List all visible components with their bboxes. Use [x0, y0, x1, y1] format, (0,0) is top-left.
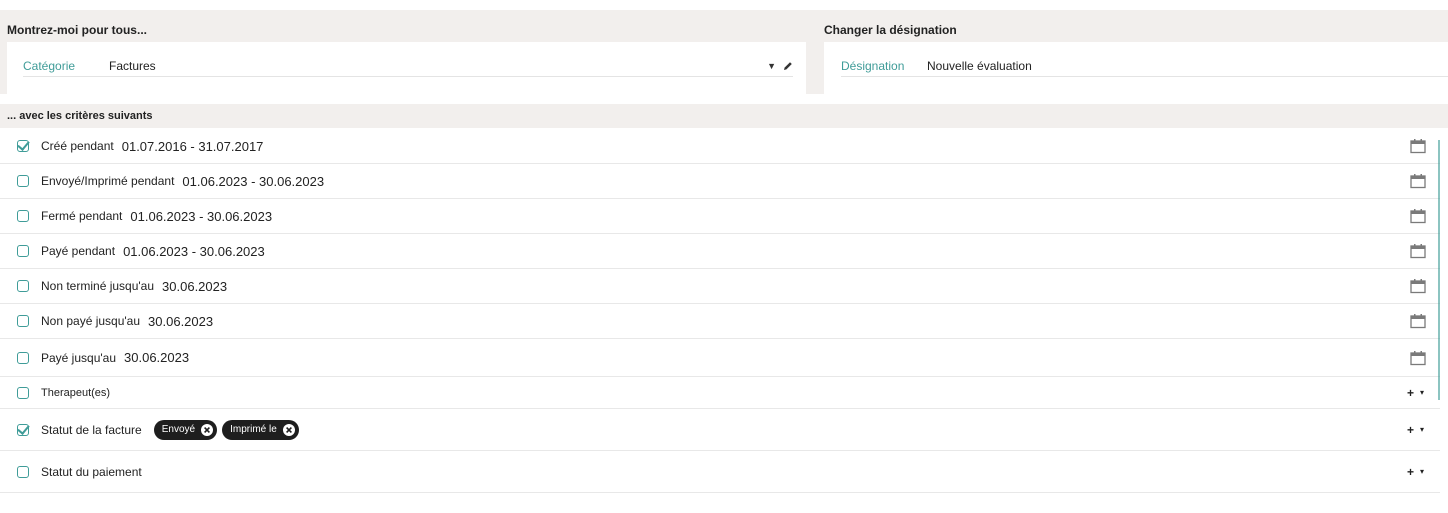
change-designation-title: Changer la désignation — [824, 23, 957, 37]
paid-during-range[interactable]: 01.06.2023 - 30.06.2023 — [123, 244, 265, 259]
criteria-row-not-finished[interactable]: Non terminé jusqu'au 30.06.2023 — [0, 269, 1440, 304]
criteria-row-payment-status[interactable]: Statut du paiement + ▾ — [0, 451, 1440, 493]
paid-during-checkbox[interactable] — [17, 245, 29, 257]
status-tag-sent: Envoyé — [153, 419, 218, 440]
criteria-row-paid-until[interactable]: Payé jusqu'au 30.06.2023 — [0, 339, 1440, 377]
criteria-row-therapists[interactable]: Therapeut(es) + ▾ — [0, 377, 1440, 409]
closed-checkbox[interactable] — [17, 210, 29, 222]
calendar-icon[interactable] — [1410, 350, 1426, 365]
show-for-all-title: Montrez-moi pour tous... — [7, 23, 147, 37]
chevron-down-icon[interactable]: ▾ — [1420, 388, 1424, 397]
calendar-icon[interactable] — [1410, 174, 1426, 189]
criteria-row-paid-during[interactable]: Payé pendant 01.06.2023 - 30.06.2023 — [0, 234, 1440, 269]
chevron-down-icon[interactable]: ▾ — [1420, 467, 1424, 476]
calendar-icon[interactable] — [1410, 209, 1426, 224]
created-label: Créé pendant — [41, 139, 114, 153]
not-paid-checkbox[interactable] — [17, 315, 29, 327]
top-strip — [0, 0, 1448, 10]
show-for-all-body: Catégorie Factures ▼ — [7, 42, 806, 95]
close-circle-icon[interactable] — [201, 423, 214, 436]
sent-printed-label: Envoyé/Imprimé pendant — [41, 174, 175, 188]
category-field[interactable]: Catégorie Factures ▼ — [23, 55, 793, 77]
criteria-row-invoice-status[interactable]: Statut de la facture Envoyé Imprimé le +… — [0, 409, 1440, 451]
status-tag-printed: Imprimé le — [222, 419, 299, 440]
designation-input[interactable]: Nouvelle évaluation — [927, 59, 1448, 73]
criteria-row-closed[interactable]: Fermé pendant 01.06.2023 - 30.06.2023 — [0, 199, 1440, 234]
show-for-all-panel: Montrez-moi pour tous... Catégorie Factu… — [0, 10, 816, 95]
category-select[interactable]: Factures — [109, 59, 767, 73]
change-designation-panel: Changer la désignation Désignation Nouve… — [816, 10, 1448, 95]
chevron-down-icon[interactable]: ▾ — [1420, 425, 1424, 434]
status-tag-label: Imprimé le — [230, 424, 277, 435]
close-circle-icon[interactable] — [282, 423, 295, 436]
add-icon[interactable]: + — [1407, 386, 1414, 400]
scrollbar[interactable] — [1438, 140, 1440, 400]
designation-label: Désignation — [841, 58, 905, 73]
calendar-icon[interactable] — [1410, 279, 1426, 294]
created-checkbox[interactable] — [17, 140, 29, 152]
invoice-status-checkbox[interactable] — [17, 423, 29, 436]
paid-until-date[interactable]: 30.06.2023 — [124, 350, 189, 365]
criteria-row-sent-printed[interactable]: Envoyé/Imprimé pendant 01.06.2023 - 30.0… — [0, 164, 1440, 199]
calendar-icon[interactable] — [1410, 244, 1426, 259]
closed-label: Fermé pendant — [41, 209, 123, 223]
category-label: Catégorie — [23, 58, 76, 73]
criteria-row-created[interactable]: Créé pendant 01.07.2016 - 31.07.2017 — [0, 129, 1440, 164]
change-designation-body: Désignation Nouvelle évaluation — [824, 42, 1448, 95]
invoice-status-label: Statut de la facture — [41, 422, 142, 437]
not-finished-date[interactable]: 30.06.2023 — [162, 279, 227, 294]
therapists-label: Therapeut(es) — [41, 386, 111, 399]
criteria-row-not-paid[interactable]: Non payé jusqu'au 30.06.2023 — [0, 304, 1440, 339]
criteria-list: Créé pendant 01.07.2016 - 31.07.2017 Env… — [0, 129, 1440, 493]
designation-field[interactable]: Désignation Nouvelle évaluation — [841, 55, 1448, 77]
add-icon[interactable]: + — [1407, 465, 1414, 479]
chevron-down-icon[interactable]: ▼ — [767, 61, 776, 71]
payment-status-checkbox[interactable] — [17, 465, 29, 478]
paid-until-label: Payé jusqu'au — [41, 350, 117, 365]
add-icon[interactable]: + — [1407, 423, 1414, 437]
status-tag-label: Envoyé — [161, 424, 196, 435]
closed-range[interactable]: 01.06.2023 - 30.06.2023 — [130, 209, 272, 224]
calendar-icon[interactable] — [1410, 314, 1426, 329]
sent-printed-range[interactable]: 01.06.2023 - 30.06.2023 — [182, 174, 324, 189]
criteria-title: ... avec les critères suivants — [7, 110, 153, 122]
not-finished-checkbox[interactable] — [17, 280, 29, 292]
criteria-header: ... avec les critères suivants — [0, 104, 1448, 128]
calendar-icon[interactable] — [1410, 139, 1426, 154]
not-paid-label: Non payé jusqu'au — [41, 314, 141, 328]
paid-until-checkbox[interactable] — [17, 351, 29, 364]
payment-status-label: Statut du paiement — [41, 464, 142, 479]
therapists-checkbox[interactable] — [17, 386, 29, 399]
pencil-icon[interactable] — [783, 61, 793, 71]
created-range[interactable]: 01.07.2016 - 31.07.2017 — [122, 139, 264, 154]
not-finished-label: Non terminé jusqu'au — [41, 279, 155, 293]
not-paid-date[interactable]: 30.06.2023 — [148, 314, 213, 329]
sent-printed-checkbox[interactable] — [17, 175, 29, 187]
paid-during-label: Payé pendant — [41, 244, 116, 258]
